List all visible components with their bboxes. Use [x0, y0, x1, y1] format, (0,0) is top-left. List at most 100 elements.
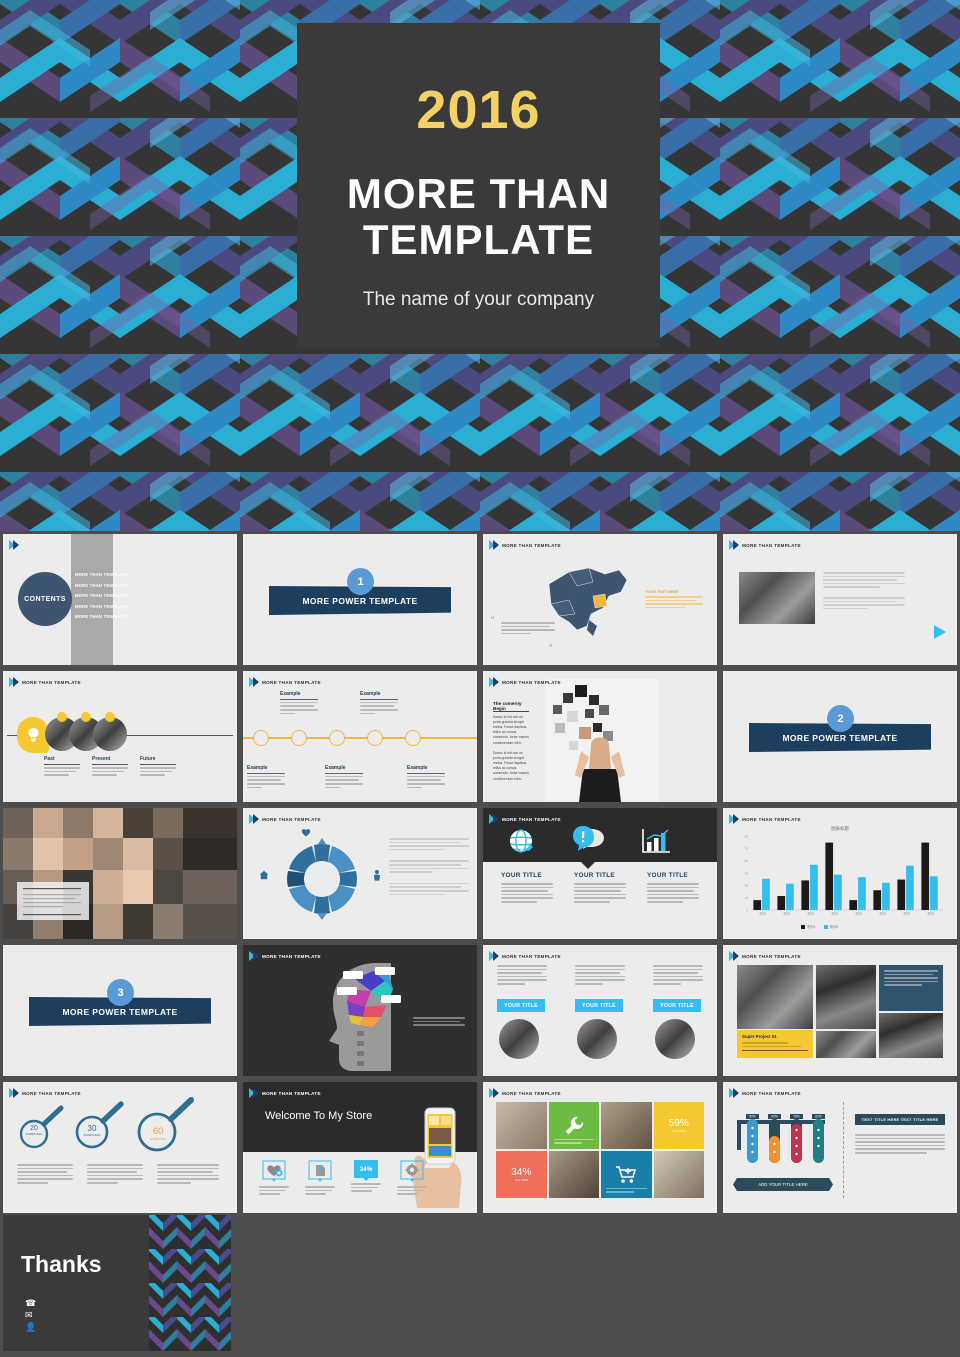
- slide-magnifier-stats[interactable]: MORE THAN TEMPLATE 20 SOMETHING 30 SOMET…: [3, 1082, 237, 1213]
- stat-label: SOMETHING: [25, 1132, 43, 1136]
- slide-past-present-future[interactable]: MORE THAN TEMPLATE Past Present Future: [3, 671, 237, 802]
- slide-thumbnail-grid: CONTENTS MORE THAN TEMPLATE MORE THAN TE…: [0, 534, 960, 1213]
- slide-test-tubes[interactable]: MORE THAN TEMPLATE 50% 42% 75% 62% ADD Y…: [723, 1082, 957, 1213]
- slide-header: MORE THAN TEMPLATE: [489, 1088, 561, 1098]
- body-text: [389, 838, 469, 896]
- slide-three-icon-cards[interactable]: MORE THAN TEMPLATE YOUR TITLE YOUR TITLE…: [483, 808, 717, 939]
- slide-example-timeline[interactable]: MORE THAN TEMPLATE Example Example Examp…: [243, 671, 477, 802]
- chart-legend: 系列1 系列2: [801, 924, 838, 929]
- svg-text:类别5: 类别5: [855, 912, 863, 916]
- contents-circle: CONTENTS: [18, 572, 72, 626]
- slide-architecture-mosaic[interactable]: MORE THAN TEMPLATE Super Project 01: [723, 945, 957, 1076]
- slide-header: MORE THAN TEMPLATE: [9, 1088, 81, 1098]
- step-dot: [105, 712, 115, 722]
- body-text: [823, 572, 905, 610]
- slide-contents[interactable]: CONTENTS MORE THAN TEMPLATE MORE THAN TE…: [3, 534, 237, 665]
- slide-header-label: MORE THAN TEMPLATE: [502, 953, 561, 959]
- mosaic-icon-tile: [548, 1102, 599, 1149]
- step-block: Present: [92, 756, 128, 776]
- slide-header: MORE THAN TEMPLATE: [249, 1088, 321, 1098]
- example-block: Example: [325, 765, 363, 789]
- example-label: Example: [247, 765, 268, 771]
- stat-value: 60: [152, 1126, 164, 1137]
- svg-text:类别4: 类别4: [831, 912, 839, 916]
- slide-three-title-photos[interactable]: MORE THAN TEMPLATE YOUR TITLE YOUR TITLE…: [483, 945, 717, 1076]
- svg-text:50%: 50%: [749, 1115, 756, 1119]
- slide-china-map[interactable]: MORE THAN TEMPLATE YOUR TEXT HERE “ ”: [483, 534, 717, 665]
- card-block: YOUR TITLE: [574, 872, 626, 903]
- example-block: Example: [360, 691, 398, 715]
- step-label: Present: [92, 756, 111, 762]
- slide-color-mosaic[interactable]: MORE THAN TEMPLATE 59% Your 2015 34% You…: [483, 1082, 717, 1213]
- slide-header: MORE THAN TEMPLATE: [729, 951, 801, 961]
- chevron-icon: [489, 540, 499, 550]
- chevron-pattern: [149, 1215, 231, 1351]
- chevron-icon: [729, 814, 739, 824]
- chevron-icon: [489, 677, 499, 687]
- svg-text:0: 0: [746, 908, 748, 912]
- list-item: MORE THAN TEMPLATE: [75, 582, 128, 588]
- slide-header-label: MORE THAN TEMPLATE: [22, 1090, 81, 1096]
- globe-icon: [510, 829, 533, 853]
- tile-block: [305, 1160, 335, 1195]
- stat-sub: Your 2016: [514, 1178, 529, 1182]
- svg-text:75: 75: [745, 847, 749, 851]
- ribbon-title: ADD YOUR TITLE HERE: [733, 1178, 833, 1191]
- svg-text:30: 30: [745, 884, 749, 888]
- slide-header-label: MORE THAN TEMPLATE: [502, 542, 561, 548]
- timeline-node: [367, 730, 383, 746]
- example-label: Example: [407, 765, 428, 771]
- arch-photo: [737, 965, 813, 1029]
- slide-header-label: MORE THAN TEMPLATE: [262, 816, 321, 822]
- step-label: Past: [44, 756, 55, 762]
- slide-header: MORE THAN TEMPLATE: [729, 814, 801, 824]
- svg-text:类别7: 类别7: [903, 912, 911, 916]
- card-title: YOUR TITLE: [574, 872, 615, 879]
- email-icon: ✉: [25, 1310, 33, 1320]
- svg-text:62%: 62%: [815, 1115, 822, 1119]
- slide-laptop-text[interactable]: MORE THAN TEMPLATE: [723, 534, 957, 665]
- list-item: MORE THAN TEMPLATE: [75, 572, 128, 577]
- title-badge: YOUR TITLE: [653, 999, 701, 1012]
- title-badge: YOUR TITLE: [497, 999, 545, 1012]
- slide-section-1[interactable]: 1 MORE POWER TEMPLATE: [243, 534, 477, 665]
- slide-brain-head[interactable]: MORE THAN TEMPLATE: [243, 945, 477, 1076]
- hero-title-line2: TEMPLATE: [362, 216, 595, 264]
- body-text: [855, 1134, 945, 1154]
- arch-photo: [879, 1013, 943, 1058]
- list-item: MORE THAN TEMPLATE: [75, 614, 128, 619]
- slide-company-begin[interactable]: MORE THAN TEMPLATE The comerny Begin Don…: [483, 671, 717, 802]
- mosaic-stat-tile: 59% Your 2015: [653, 1102, 704, 1149]
- home-icon: [259, 870, 269, 880]
- play-arrow-icon[interactable]: [933, 624, 947, 640]
- text-title-badge: TEXT TITLE HERE TEXT TITLE HERE: [855, 1114, 945, 1125]
- slide-header-label: MORE THAN TEMPLATE: [502, 679, 561, 685]
- svg-text:45: 45: [745, 871, 749, 875]
- slide-bar-chart[interactable]: MORE THAN TEMPLATE 图表标题 0 15 30 45 60 75 90 类别1…: [723, 808, 957, 939]
- slide-section-3[interactable]: 3 MORE POWER TEMPLATE: [3, 945, 237, 1076]
- slide-header-label: MORE THAN TEMPLATE: [742, 953, 801, 959]
- chart-title: 图表标题: [831, 826, 849, 831]
- slide-header-label: MORE THAN TEMPLATE: [742, 816, 801, 822]
- slide-header-label: MORE THAN TEMPLATE: [262, 1090, 321, 1096]
- slide-donut-diagram[interactable]: MORE THAN TEMPLATE: [243, 808, 477, 939]
- speech-bubble-icon: [573, 826, 604, 851]
- card-block: YOUR TITLE: [501, 872, 553, 903]
- step-dot: [81, 712, 91, 722]
- body-text: [17, 1164, 73, 1184]
- slide-welcome-store[interactable]: MORE THAN TEMPLATE Welcome To My Store 3…: [243, 1082, 477, 1213]
- list-item: MORE THAN TEMPLATE: [75, 603, 128, 609]
- laptop-photo: [739, 572, 815, 624]
- slide-section-2[interactable]: 2 MORE POWER TEMPLATE: [723, 671, 957, 802]
- slide-header: MORE THAN TEMPLATE: [489, 540, 561, 550]
- svg-text:60: 60: [745, 859, 749, 863]
- slide-header-label: MORE THAN TEMPLATE: [22, 679, 81, 685]
- slide-header-label: MORE THAN TEMPLATE: [262, 953, 321, 959]
- slide-team-photo[interactable]: [3, 808, 237, 939]
- body-title: The comerny Begin: [493, 701, 522, 711]
- circle-photo: [577, 1019, 617, 1059]
- arch-text-block: [879, 965, 943, 1011]
- slide-thanks[interactable]: Thanks ☎ ✉ 👤: [3, 1215, 231, 1351]
- stat-value: 20: [30, 1125, 38, 1132]
- contents-list: MORE THAN TEMPLATE MORE THAN TEMPLATE MO…: [75, 572, 127, 619]
